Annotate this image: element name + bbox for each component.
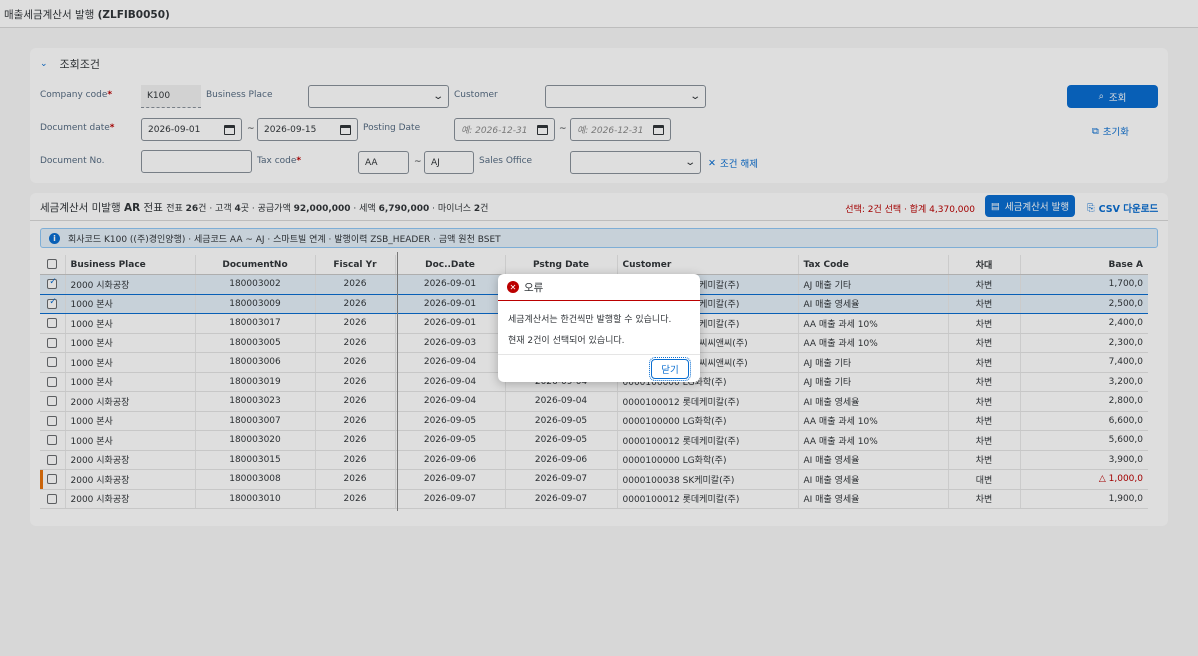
dialog-title: 오류 xyxy=(524,281,544,294)
close-button[interactable]: 닫기 xyxy=(649,357,691,381)
dialog-header: ✕ 오류 xyxy=(498,274,700,301)
dialog-body: 세금계산서는 한건씩만 발행할 수 있습니다. 현재 2건이 선택되어 있습니다… xyxy=(498,301,700,352)
dialog-message-line: 세금계산서는 한건씩만 발행할 수 있습니다. xyxy=(508,315,672,325)
dialog-message-line: 현재 2건이 선택되어 있습니다. xyxy=(508,336,625,346)
error-icon: ✕ xyxy=(507,281,519,293)
error-dialog: ✕ 오류 세금계산서는 한건씩만 발행할 수 있습니다. 현재 2건이 선택되어… xyxy=(498,274,700,382)
dialog-footer: 닫기 xyxy=(498,354,700,382)
